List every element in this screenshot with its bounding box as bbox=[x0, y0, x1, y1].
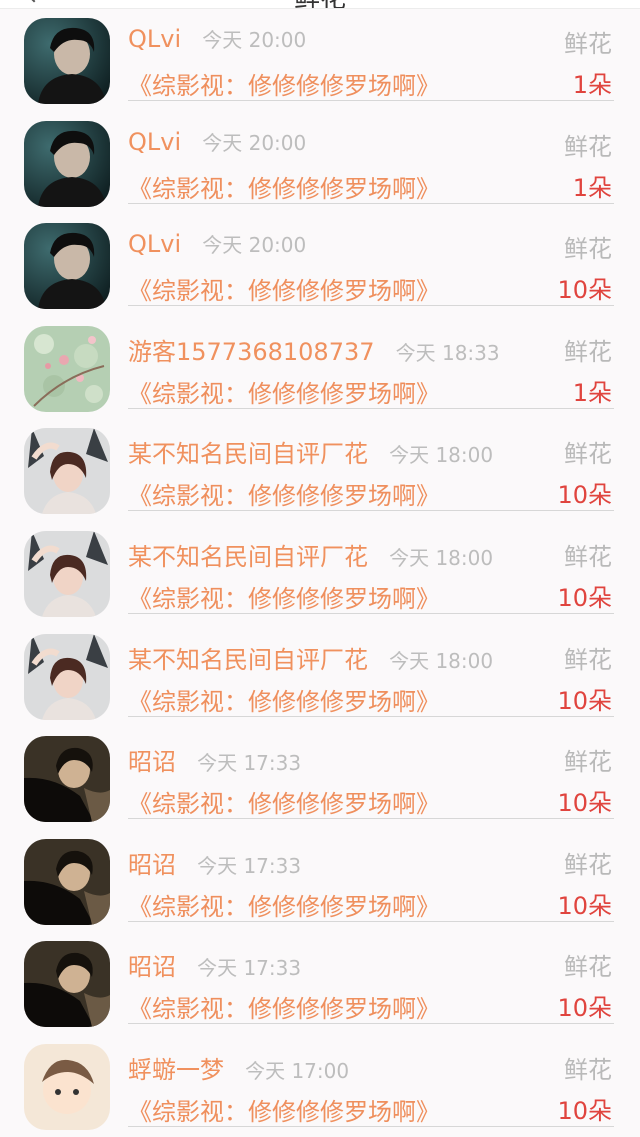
gift-count: 10朵 bbox=[557, 789, 612, 818]
timestamp: 今天 17:00 bbox=[245, 1058, 350, 1083]
name-line: 昭诏 今天 17:33 bbox=[128, 947, 301, 982]
list-item[interactable]: QLvi 今天 20:00 鲜花 《综影视：修修修修罗场啊》 1朵 bbox=[0, 111, 640, 214]
avatar[interactable] bbox=[24, 736, 110, 823]
gift-type-label: 鲜花 bbox=[564, 337, 612, 366]
avatar[interactable] bbox=[24, 633, 110, 720]
gift-type-label: 鲜花 bbox=[564, 850, 612, 879]
divider bbox=[128, 920, 614, 922]
list-item[interactable]: 某不知名民间自评厂花 今天 18:00 鲜花 《综影视：修修修修罗场啊》 10朵 bbox=[0, 521, 640, 624]
name-line: QLvi 今天 20:00 bbox=[128, 24, 306, 53]
book-title-link[interactable]: 《综影视：修修修修罗场啊》 bbox=[128, 374, 440, 409]
user-name[interactable]: QLvi bbox=[128, 128, 181, 156]
timestamp: 今天 18:00 bbox=[389, 648, 494, 673]
user-name[interactable]: 昭诏 bbox=[128, 748, 176, 776]
avatar[interactable] bbox=[24, 120, 110, 207]
user-name[interactable]: 昭诏 bbox=[128, 953, 176, 981]
user-name[interactable]: 某不知名民间自评厂花 bbox=[128, 543, 368, 571]
book-title-link[interactable]: 《综影视：修修修修罗场啊》 bbox=[128, 579, 440, 614]
gift-count: 1朵 bbox=[572, 71, 612, 99]
gift-type-label: 鲜花 bbox=[564, 235, 612, 264]
gift-type-label: 鲜花 bbox=[564, 748, 612, 777]
list-item[interactable]: 昭诏 今天 17:33 鲜花 《综影视：修修修修罗场啊》 10朵 bbox=[0, 726, 640, 829]
gift-type-label: 鲜花 bbox=[564, 30, 612, 58]
gift-type-label: 鲜花 bbox=[564, 645, 612, 674]
timestamp: 今天 18:33 bbox=[395, 340, 500, 365]
gift-type-label: 鲜花 bbox=[564, 1055, 612, 1084]
name-line: QLvi 今天 20:00 bbox=[128, 229, 306, 258]
timestamp: 今天 20:00 bbox=[202, 130, 307, 155]
avatar[interactable] bbox=[24, 325, 110, 412]
book-title-link[interactable]: 《综影视：修修修修罗场啊》 bbox=[128, 989, 440, 1024]
divider bbox=[128, 1125, 614, 1127]
user-name[interactable]: 昭诏 bbox=[128, 851, 176, 879]
name-line: 昭诏 今天 17:33 bbox=[128, 845, 301, 880]
name-line: 蜉蝣一梦 今天 17:00 bbox=[128, 1050, 349, 1085]
list-item[interactable]: 昭诏 今天 17:33 鲜花 《综影视：修修修修罗场啊》 10朵 bbox=[0, 931, 640, 1034]
name-line: 昭诏 今天 17:33 bbox=[128, 742, 301, 777]
timestamp: 今天 17:33 bbox=[197, 853, 302, 878]
gift-type-label: 鲜花 bbox=[564, 542, 612, 571]
timestamp: 今天 20:00 bbox=[202, 28, 307, 52]
timestamp: 今天 20:00 bbox=[202, 233, 307, 258]
gift-count: 10朵 bbox=[557, 481, 612, 510]
book-title-link[interactable]: 《综影视：修修修修罗场啊》 bbox=[128, 271, 440, 306]
user-name[interactable]: 某不知名民间自评厂花 bbox=[128, 646, 368, 674]
list-item[interactable]: 某不知名民间自评厂花 今天 18:00 鲜花 《综影视：修修修修罗场啊》 10朵 bbox=[0, 418, 640, 521]
user-name[interactable]: QLvi bbox=[128, 230, 181, 258]
name-line: 游客1577368108737 今天 18:33 bbox=[128, 332, 500, 367]
timestamp: 今天 18:00 bbox=[389, 443, 494, 468]
book-title-link[interactable]: 《综影视：修修修修罗场啊》 bbox=[128, 66, 440, 101]
divider bbox=[128, 510, 614, 512]
avatar[interactable] bbox=[24, 941, 110, 1028]
gift-type-label: 鲜花 bbox=[564, 953, 612, 982]
gift-count: 10朵 bbox=[557, 891, 612, 920]
timestamp: 今天 17:33 bbox=[197, 956, 302, 981]
book-title-link[interactable]: 《综影视：修修修修罗场啊》 bbox=[128, 682, 440, 717]
list-item[interactable]: QLvi 今天 20:00 鲜花 《综影视：修修修修罗场啊》 10朵 bbox=[0, 213, 640, 316]
gift-count: 10朵 bbox=[557, 583, 612, 612]
user-name[interactable]: 某不知名民间自评厂花 bbox=[128, 440, 368, 468]
user-name[interactable]: 游客1577368108737 bbox=[128, 338, 375, 366]
list-item[interactable]: 某不知名民间自评厂花 今天 18:00 鲜花 《综影视：修修修修罗场啊》 10朵 bbox=[0, 624, 640, 727]
book-title-link[interactable]: 《综影视：修修修修罗场啊》 bbox=[128, 784, 440, 819]
user-name[interactable]: 蜉蝣一梦 bbox=[128, 1056, 224, 1084]
divider bbox=[128, 202, 614, 204]
avatar[interactable] bbox=[24, 530, 110, 617]
list-item[interactable]: QLvi 今天 20:00 鲜花 《综影视：修修修修罗场啊》 1朵 bbox=[0, 8, 640, 111]
list-item[interactable]: 昭诏 今天 17:33 鲜花 《综影视：修修修修罗场啊》 10朵 bbox=[0, 829, 640, 932]
name-line: 某不知名民间自评厂花 今天 18:00 bbox=[128, 640, 493, 675]
book-title-link[interactable]: 《综影视：修修修修罗场啊》 bbox=[128, 1092, 440, 1127]
divider bbox=[128, 1023, 614, 1025]
gift-count: 10朵 bbox=[557, 1096, 612, 1125]
gift-count: 10朵 bbox=[557, 686, 612, 715]
divider bbox=[128, 305, 614, 307]
user-name[interactable]: QLvi bbox=[128, 25, 181, 53]
book-title-link[interactable]: 《综影视：修修修修罗场啊》 bbox=[128, 476, 440, 511]
book-title-link[interactable]: 《综影视：修修修修罗场啊》 bbox=[128, 169, 440, 204]
divider bbox=[128, 715, 614, 717]
gift-type-label: 鲜花 bbox=[564, 440, 612, 469]
flower-gift-list: QLvi 今天 20:00 鲜花 《综影视：修修修修罗场啊》 1朵 QLvi 今… bbox=[0, 8, 640, 1137]
divider bbox=[128, 100, 614, 101]
gift-count: 1朵 bbox=[572, 378, 612, 407]
avatar[interactable] bbox=[24, 838, 110, 925]
gift-type-label: 鲜花 bbox=[564, 132, 612, 161]
list-item[interactable]: 蜉蝣一梦 今天 17:00 鲜花 《综影视：修修修修罗场啊》 10朵 bbox=[0, 1034, 640, 1137]
name-line: 某不知名民间自评厂花 今天 18:00 bbox=[128, 537, 493, 572]
avatar[interactable] bbox=[24, 18, 110, 104]
list-item[interactable]: 游客1577368108737 今天 18:33 鲜花 《综影视：修修修修罗场啊… bbox=[0, 316, 640, 419]
divider bbox=[128, 612, 614, 614]
gift-count: 1朵 bbox=[572, 173, 612, 202]
book-title-link[interactable]: 《综影视：修修修修罗场啊》 bbox=[128, 887, 440, 922]
name-line: 某不知名民间自评厂花 今天 18:00 bbox=[128, 434, 493, 469]
avatar[interactable] bbox=[24, 428, 110, 515]
gift-count: 10朵 bbox=[557, 994, 612, 1023]
divider bbox=[128, 818, 614, 820]
avatar[interactable] bbox=[24, 223, 110, 310]
timestamp: 今天 18:00 bbox=[389, 545, 494, 570]
timestamp: 今天 17:33 bbox=[197, 751, 302, 776]
gift-count: 10朵 bbox=[557, 276, 612, 305]
divider bbox=[128, 407, 614, 409]
name-line: QLvi 今天 20:00 bbox=[128, 127, 306, 156]
